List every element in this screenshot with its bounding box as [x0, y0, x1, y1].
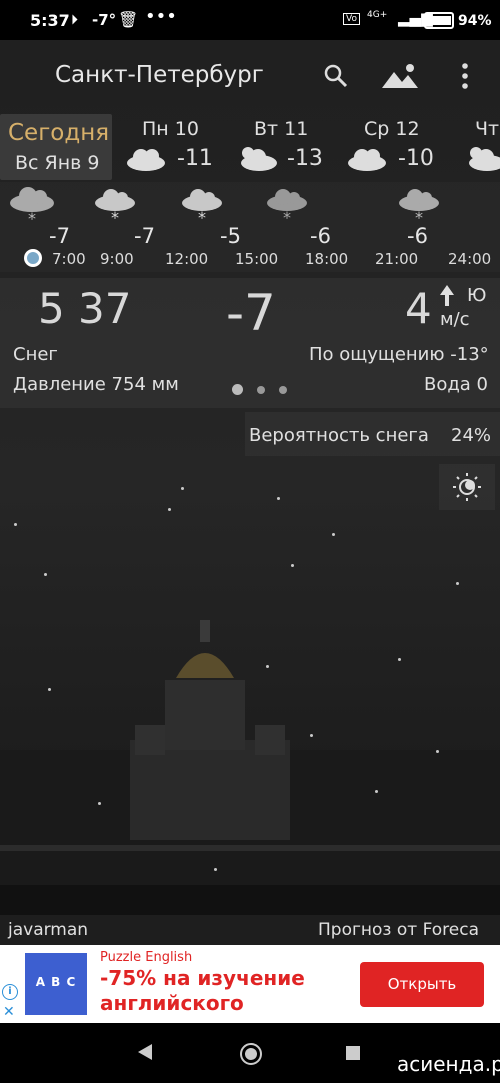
more-notifications-icon: ••• — [145, 6, 177, 27]
trash-icon: 🗑 — [118, 10, 139, 29]
day-temp: -13 — [287, 146, 323, 171]
pressure: Давление 754 мм — [13, 374, 179, 395]
city-title[interactable]: Санкт-Петербург — [55, 62, 264, 88]
hour-item: * — [173, 185, 233, 229]
svg-text:*: * — [198, 208, 206, 225]
snow-probability-label: Вероятность снега — [249, 425, 429, 446]
cathedral-background-icon — [0, 620, 500, 920]
ad-brand: Puzzle English — [100, 950, 193, 965]
page-dot — [257, 386, 265, 394]
back-icon[interactable] — [137, 1043, 153, 1061]
hour-time: 12:00 — [165, 250, 209, 268]
svg-text:*: * — [415, 208, 423, 225]
day-name: Чт — [475, 118, 500, 140]
day-name: Ср 12 — [364, 118, 420, 140]
day-tab-mon[interactable]: Пн 10 -11 — [125, 118, 225, 180]
ad-close-icon[interactable]: ✕ — [3, 1004, 15, 1020]
hour-time: 15:00 — [235, 250, 279, 268]
clock-minute: 37 — [78, 284, 132, 333]
today-date: Вс Янв 9 — [15, 152, 100, 174]
status-time: 5:37 — [30, 11, 70, 30]
day-name: Вт 11 — [254, 118, 309, 140]
hour-item: * — [258, 185, 318, 229]
snow-cloud-icon: * — [95, 189, 135, 227]
hour-item: * — [86, 185, 146, 229]
wind-speed: 4 — [405, 284, 432, 333]
snow-cloud-icon: * — [182, 189, 222, 227]
ad-info-icon[interactable]: i — [2, 984, 18, 1000]
feels-like: По ощущению -13° — [309, 344, 489, 365]
svg-text:*: * — [111, 208, 119, 225]
sun-moon-button[interactable] — [439, 464, 495, 510]
battery-level: 94% — [458, 13, 492, 29]
network-type: 4G+ — [367, 10, 388, 20]
wind-unit: м/с — [440, 309, 470, 330]
hour-temp: -7 — [49, 224, 70, 248]
battery-icon — [424, 12, 454, 29]
wind-direction: Ю — [467, 285, 487, 306]
forecast-source[interactable]: Прогноз от Foreca — [318, 920, 479, 940]
day-temp: -10 — [398, 146, 434, 171]
ad-headline: -75% на изучение английского — [100, 966, 305, 1015]
cloud-icon — [348, 149, 386, 171]
overflow-menu-icon[interactable] — [460, 62, 470, 90]
hour-time: 18:00 — [305, 250, 349, 268]
ad-app-logo: A B C — [25, 953, 87, 1015]
page-dot — [279, 386, 287, 394]
hour-temp: -5 — [220, 224, 241, 248]
hour-time: 7:00 — [52, 250, 86, 268]
today-label: Сегодня — [8, 120, 110, 146]
hour-time: 24:00 — [448, 250, 492, 268]
watermark: асиенда.ру — [397, 1052, 500, 1076]
current-hour-marker — [24, 249, 42, 267]
clock-hour: 5 — [38, 284, 65, 333]
cloud-icon — [127, 149, 165, 171]
day-tab-tue[interactable]: Вт 11 -13 — [236, 118, 336, 180]
hour-time: 9:00 — [100, 250, 134, 268]
snow-cloud-icon: * — [267, 189, 307, 227]
landscape-icon[interactable] — [380, 62, 420, 90]
hour-temp: -6 — [407, 224, 428, 248]
day-name: Пн 10 — [142, 118, 199, 140]
snow-probability-value: 24% — [451, 425, 492, 446]
photo-author[interactable]: javarman — [8, 920, 88, 940]
partly-cloudy-icon — [241, 147, 277, 171]
svg-text:*: * — [283, 208, 291, 225]
wind-direction-arrow-icon — [440, 285, 454, 306]
status-bar: 5:37 ⏵ -7° 🗑 ••• Vo 4G+ ▂▄▆ 94% — [0, 0, 500, 40]
status-temp: -7° — [92, 11, 117, 29]
hour-temp: -6 — [310, 224, 331, 248]
water-temp: Вода 0 — [424, 374, 489, 395]
home-icon[interactable] — [239, 1042, 263, 1066]
play-icon: ⏵ — [71, 12, 78, 28]
sun-moon-icon — [453, 473, 481, 501]
snow-cloud-icon: * — [399, 189, 439, 227]
condition-text: Снег — [13, 344, 58, 365]
hour-temp: -7 — [134, 224, 155, 248]
day-temp: -11 — [177, 146, 213, 171]
search-icon[interactable] — [323, 63, 349, 89]
page-dot-active — [232, 384, 243, 395]
volte-icon: Vo — [343, 13, 360, 25]
hour-item: * — [390, 185, 450, 229]
day-tab-wed[interactable]: Ср 12 -10 — [346, 118, 446, 180]
partly-cloudy-icon — [469, 147, 500, 171]
recents-icon[interactable] — [345, 1045, 361, 1061]
svg-text:*: * — [28, 209, 36, 225]
current-temperature: -7 — [226, 284, 276, 342]
day-tab-thu[interactable]: Чт — [462, 118, 500, 180]
ad-open-button[interactable]: Открыть — [360, 962, 484, 1007]
snow-cloud-icon: * — [10, 187, 54, 228]
ad-logo-letters: A B C — [35, 975, 77, 989]
hour-item: * — [3, 185, 63, 229]
hour-time: 21:00 — [375, 250, 419, 268]
